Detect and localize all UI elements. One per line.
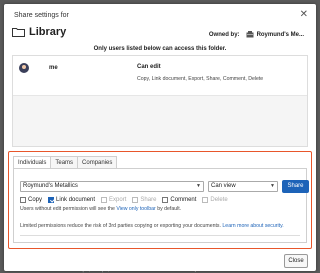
security-note: Limited permissions reduce the risk of 3…: [20, 223, 284, 229]
checkbox-link-document[interactable]: Link document: [48, 197, 95, 203]
toolbar-note: Users without edit permission will see t…: [20, 206, 181, 212]
share-settings-dialog: Share settings for ✕ Library Owned by: R…: [4, 4, 316, 271]
company-select-value: Roymund's Metallics: [23, 183, 78, 189]
chevron-down-icon: ▼: [196, 183, 201, 189]
share-button[interactable]: Share: [282, 180, 309, 193]
checkbox-delete: Delete: [202, 197, 228, 203]
share-panel: Individuals Teams Companies Roymund's Me…: [8, 151, 312, 249]
view-only-toolbar-link[interactable]: View only toolbar: [116, 206, 155, 212]
user-permission: Can edit: [137, 64, 161, 70]
user-row[interactable]: me Can edit Copy, Link document, Export,…: [13, 56, 307, 96]
tab-content: Roymund's Metallics ▼ Can view ▼ Share C…: [13, 168, 309, 243]
folder-header: Library: [12, 26, 66, 38]
checkbox-label: Share: [140, 197, 157, 203]
checkbox-label: Comment: [170, 197, 197, 203]
checkbox-export: Export: [101, 197, 126, 203]
checkbox-label: Export: [109, 197, 127, 203]
checkbox-label: Link document: [56, 197, 96, 203]
owned-by: Owned by: Roymund's Me...: [209, 31, 304, 38]
dialog-title: Share settings for: [14, 12, 69, 19]
user-list: me Can edit Copy, Link document, Export,…: [12, 55, 308, 147]
checkbox-label: Delete: [210, 197, 228, 203]
checkbox-label: Copy: [28, 197, 43, 203]
company-icon: [246, 31, 254, 38]
permission-select[interactable]: Can view ▼: [208, 181, 278, 192]
checkbox-share: Share: [132, 197, 156, 203]
company-select[interactable]: Roymund's Metallics ▼: [20, 181, 204, 192]
access-notice: Only users listed below can access this …: [93, 46, 227, 52]
user-permission-details: Copy, Link document, Export, Share, Comm…: [137, 76, 264, 82]
divider: [20, 235, 300, 236]
chevron-down-icon: ▼: [270, 183, 275, 189]
security-note-text: Limited permissions reduce the risk of 3…: [20, 223, 221, 229]
toolbar-note-prefix: Users without edit permission will see t…: [20, 206, 115, 212]
checkbox-copy[interactable]: Copy: [20, 197, 42, 203]
permission-select-value: Can view: [211, 183, 236, 189]
checkbox-comment[interactable]: Comment: [162, 197, 196, 203]
owner-name: Roymund's Me...: [256, 31, 304, 38]
permission-checkboxes: Copy Link document Export Share Comment …: [20, 197, 234, 203]
user-name: me: [49, 65, 58, 71]
avatar: [19, 63, 29, 73]
folder-icon: [12, 27, 25, 37]
learn-more-link[interactable]: Learn more about security.: [222, 223, 283, 229]
close-button[interactable]: Close: [284, 254, 308, 268]
close-icon[interactable]: ✕: [300, 9, 308, 20]
folder-name: Library: [29, 26, 67, 38]
toolbar-note-suffix: by default.: [157, 206, 182, 212]
owned-by-label: Owned by:: [208, 31, 240, 38]
